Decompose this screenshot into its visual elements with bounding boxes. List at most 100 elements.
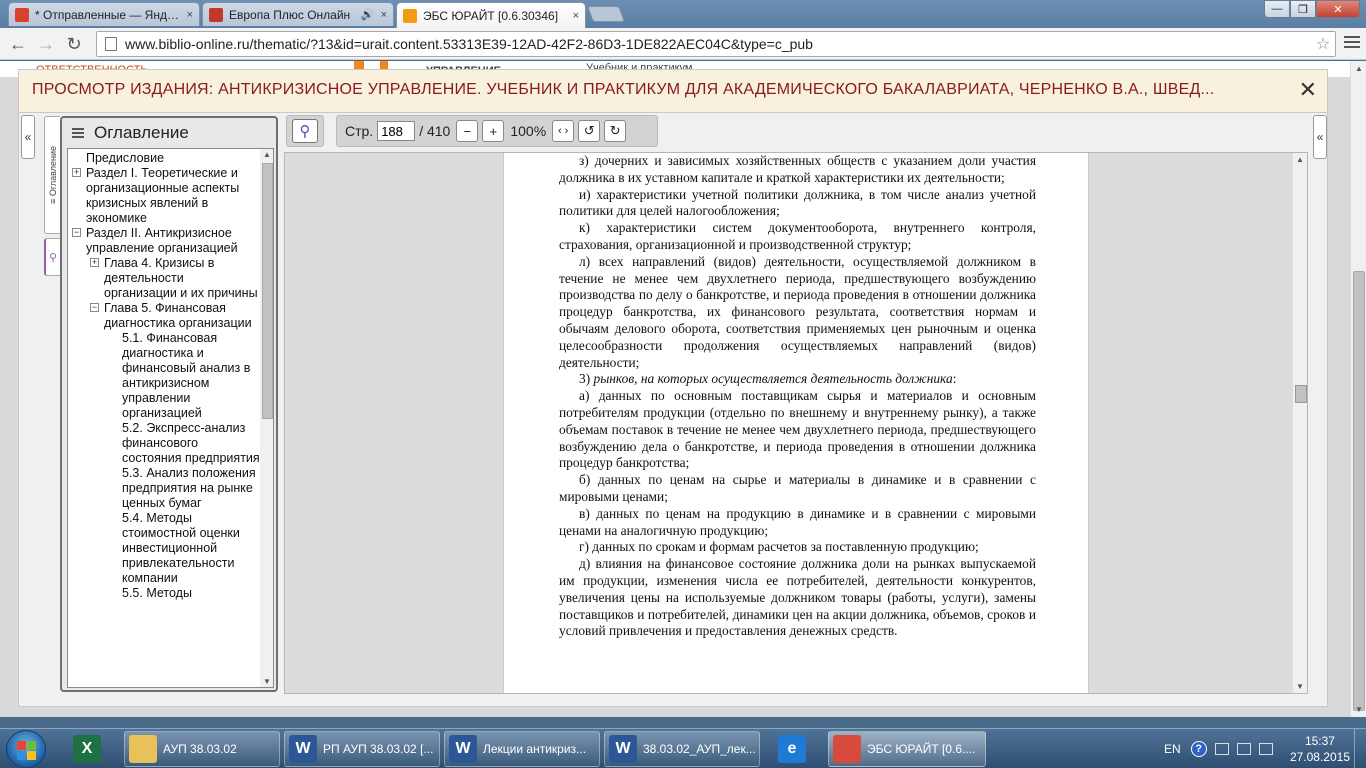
toc-item[interactable]: + Глава 4. Кризисы в деятельности организ… [68,256,260,301]
toc-item[interactable]: 5.2. Экспресс-анализ финансового состоян… [68,421,260,466]
collapse-right-panel-button[interactable]: « [1313,115,1327,159]
toc-panel: Оглавление Предисловие + Раздел I. Теорети… [60,116,278,692]
magnifier-icon[interactable]: ⚲ [292,119,318,143]
paragraph-text: и) характеристики учетной политики должн… [559,186,1036,219]
address-bar[interactable]: www.biblio-online.ru/thematic/?13&id=ura… [96,31,1336,57]
collapse-left-panel-button[interactable]: « [21,115,35,159]
toc-item[interactable]: 5.3. Анализ положения предприятия на рын… [68,466,260,511]
volume-icon[interactable] [1258,743,1273,755]
network-icon[interactable] [1236,743,1251,755]
notification-flag-icon[interactable] [1214,743,1229,755]
toc-item-label: 5.1. Финансовая диагностика и финансовый… [122,331,251,420]
scroll-up-arrow-icon[interactable]: ▲ [263,150,271,159]
menu-icon [72,126,84,140]
search-icon: ⚲ [48,251,58,264]
close-window-button[interactable]: ✕ [1316,0,1360,18]
tab-title: ЭБС ЮРАЙТ [0.6.30346] [423,8,559,23]
taskbar-item[interactable]: X [60,731,120,767]
scroll-down-arrow-icon[interactable]: ▼ [1296,682,1304,691]
toc-side-tab[interactable]: ≡ Оглавление [44,116,60,234]
document-viewport[interactable]: з) дочерних и зависимых хозяйственных об… [284,152,1308,694]
maximize-button[interactable]: ❐ [1290,0,1316,18]
taskbar-item-label: 38.03.02_АУП_лек... [643,742,756,756]
windows-taskbar: X АУП 38.03.02 W РП АУП 38.03.02 [... W Лекци… [0,728,1366,768]
scroll-down-arrow-icon[interactable]: ▼ [1355,705,1363,714]
tab-title: Европа Плюс Онлайн [229,7,351,22]
close-tab-icon[interactable]: × [573,10,579,22]
side-tabs: ≡ Оглавление ⚲ [44,116,60,276]
url-text[interactable]: www.biblio-online.ru/thematic/?13&id=ura… [125,36,1311,52]
toc-item[interactable]: 5.5. Методы [68,586,260,601]
fit-width-icon[interactable]: ‹ › [552,120,575,142]
expand-icon[interactable]: + [90,258,99,267]
document-paragraph: и) характеристики учетной политики должн… [559,187,1036,221]
start-button[interactable] [6,730,46,768]
toc-item-label: Глава 4. Кризисы в деятельности организа… [104,256,258,300]
help-icon[interactable]: ? [1190,741,1207,757]
toc-item-label: Раздел II. Антикризисное управление орга… [86,226,238,255]
rotate-right-icon[interactable]: ↻ [604,120,627,142]
document-scrollbar[interactable]: ▲ ▼ [1293,153,1307,693]
page-scroll-thumb[interactable] [1353,271,1365,711]
reload-button[interactable]: ↻ [62,32,86,56]
collapse-icon[interactable]: − [90,303,99,312]
taskbar-item[interactable]: W 38.03.02_АУП_лек... [604,731,760,767]
expand-icon[interactable]: + [72,168,81,177]
paragraph-text: к) характеристики систем документооборот… [559,220,1036,252]
browser-tab-urait[interactable]: ЭБС ЮРАЙТ [0.6.30346] × [396,2,586,28]
taskbar-item[interactable]: e [766,731,824,767]
toc-item[interactable]: + Раздел I. Теоретические и организационн… [68,166,260,226]
back-button[interactable]: ← [6,32,30,56]
bookmark-star-icon[interactable]: ☆ [1311,34,1335,54]
document-paragraph: 3) рынков, на которых осуществляется дея… [559,371,1036,388]
clock[interactable]: 15:37 27.08.2015 [1290,733,1350,765]
scroll-up-arrow-icon[interactable]: ▲ [1296,155,1304,164]
page-icon [105,37,117,51]
scroll-down-arrow-icon[interactable]: ▼ [263,677,271,686]
browser-tab-europa-plus[interactable]: Европа Плюс Онлайн 🔊 × [202,2,394,26]
toc-scroll-thumb[interactable] [262,163,273,419]
toc-item[interactable]: − Глава 5. Финансовая диагностика организ… [68,301,260,331]
document-scroll-thumb[interactable] [1295,385,1307,403]
rotate-left-icon[interactable]: ↺ [578,120,601,142]
taskbar-item[interactable]: W Лекции антикриз... [444,731,600,767]
zoom-out-icon[interactable]: − [456,120,479,142]
urait-favicon-icon [403,8,417,23]
page-scrollbar[interactable]: ▲ ▼ [1350,61,1366,717]
taskbar-app-icon: e [778,735,806,763]
chrome-menu-icon[interactable] [1344,36,1360,52]
zoom-in-icon[interactable]: + [482,120,505,142]
tab-title: * Отправленные — Яндекс [35,7,181,22]
toc-item[interactable]: Предисловие [68,151,260,166]
show-desktop-button[interactable] [1354,729,1366,768]
toc-scrollbar[interactable]: ▲ ▼ [260,149,273,687]
toc-item-label: Раздел I. Теоретические и организационны… [86,166,240,225]
scroll-up-arrow-icon[interactable]: ▲ [1355,64,1363,73]
browser-toolbar: ← → ↻ www.biblio-online.ru/thematic/?13&… [0,28,1366,60]
taskbar-item-label: РП АУП 38.03.02 [... [323,742,434,756]
new-tab-button[interactable] [587,6,625,22]
toc-item[interactable]: 5.1. Финансовая диагностика и финансовый… [68,331,260,421]
search-side-tab[interactable]: ⚲ [44,238,60,276]
paragraph-text: в) данных по ценам на продукцию в динами… [559,505,1036,538]
browser-tab-yandex-mail[interactable]: * Отправленные — Яндекс × [8,2,200,26]
collapse-icon[interactable]: − [72,228,81,237]
toc-item-label: 5.5. Методы [122,586,192,600]
page-toolbar: Стр. / 410 − + 100% ‹ › ↺ ↻ [336,115,658,147]
taskbar-item[interactable]: ЭБС ЮРАЙТ [0.6.... [828,731,986,767]
toc-item[interactable]: 5.4. Методы стоимостной оценки инвестици… [68,511,260,586]
page-total: / 410 [419,123,451,139]
page-number-input[interactable] [377,121,416,141]
toc-item[interactable]: − Раздел II. Антикризисное управление орг… [68,226,260,256]
close-viewer-button[interactable]: ✕ [1299,78,1317,102]
paragraph-text: б) данных по ценам на сырье и материалы … [559,472,1036,504]
toc-item-label: 5.3. Анализ положения предприятия на рын… [122,466,256,510]
close-tab-icon[interactable]: × [187,9,193,21]
close-tab-icon[interactable]: × [381,9,387,21]
minimize-button[interactable]: — [1264,0,1290,18]
taskbar-item[interactable]: АУП 38.03.02 [124,731,280,767]
forward-button[interactable]: → [34,32,58,56]
language-indicator[interactable]: EN [1164,742,1181,756]
paragraph-text: д) влияния на финансовое состояние должн… [559,556,1036,639]
taskbar-item[interactable]: W РП АУП 38.03.02 [... [284,731,440,767]
